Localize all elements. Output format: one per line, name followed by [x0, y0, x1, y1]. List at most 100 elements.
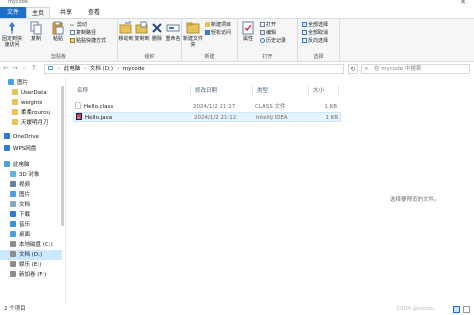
easy-access-button[interactable]: 轻松访问 — [205, 30, 231, 37]
pin-icon — [9, 22, 15, 34]
nav-item-label: 娱乐 (E:) — [19, 262, 42, 268]
file-row[interactable]: Hello.java 2024/1/2 21:12 IntelliJ IDEA … — [73, 112, 341, 122]
details-view-icon[interactable] — [453, 306, 460, 313]
rename-icon — [166, 24, 180, 32]
breadcrumb-separator: › — [116, 66, 120, 72]
nav-item[interactable]: OneDrive — [0, 132, 62, 142]
rename-button[interactable]: 重命名 — [164, 21, 182, 42]
paste-shortcut-button[interactable]: 粘贴快捷方式 — [70, 38, 106, 45]
cut-button[interactable]: ✂ 剪切 — [70, 22, 87, 29]
edit-button[interactable]: 编辑 — [260, 30, 276, 37]
nav-item[interactable]: 天媛明月刀 — [0, 118, 62, 128]
copy-button[interactable]: 复制 — [25, 21, 47, 42]
file-size: 1 KB — [324, 104, 337, 110]
breadcrumb-separator: › — [57, 66, 60, 72]
new-item-label: 新建项目 — [211, 22, 232, 28]
nav-item-label: 图片 — [17, 80, 29, 86]
open-button[interactable]: 打开 — [260, 22, 276, 29]
paste-button[interactable]: 粘贴 — [47, 21, 69, 42]
3d-objects-icon — [10, 171, 16, 177]
back-icon[interactable]: ← — [2, 64, 10, 73]
column-header-size[interactable]: 大小 — [309, 86, 339, 97]
tab-home[interactable]: 主页 — [26, 7, 50, 18]
refresh-button[interactable]: ↻ — [348, 64, 358, 74]
nav-item[interactable]: 音乐 — [0, 220, 62, 230]
pin-quick-access-button[interactable]: 固定到快速访问 — [1, 21, 23, 48]
nav-item-label: 下载 — [19, 212, 31, 218]
breadcrumb-drive-d[interactable]: 文档 (D:) — [90, 66, 113, 72]
refresh-icon: ↻ — [350, 66, 356, 73]
history-button[interactable]: 历史记录 — [260, 38, 286, 45]
file-name-cell: Hello.class — [75, 102, 113, 112]
move-to-button[interactable]: 移动到 — [118, 21, 134, 42]
properties-button[interactable]: 属性 — [240, 21, 256, 42]
up-icon[interactable]: ↑ — [30, 64, 38, 73]
cut-icon: ✂ — [70, 23, 75, 29]
nav-item[interactable]: 柔柔rourou — [0, 108, 62, 118]
pin-label: 固定到快速访问 — [1, 36, 22, 48]
new-folder-button[interactable]: 新建文件夹 — [182, 21, 204, 48]
copy-path-button[interactable]: 复制路径 — [70, 30, 96, 37]
address-row: ← → ⌄ ↑ › 此电脑 › 文档 (D:) › mycode ↻ ⌕ 在 m… — [0, 63, 474, 75]
nav-item[interactable]: 桌面 — [0, 230, 62, 240]
search-input[interactable]: ⌕ 在 mycode 中搜索 — [361, 64, 470, 74]
file-name: Hello.class — [84, 104, 114, 110]
file-row[interactable]: Hello.class 2024/1/2 21:17 CLASS 文件 1 KB — [73, 102, 341, 112]
delete-button[interactable]: 删除 — [150, 21, 164, 42]
select-none-button[interactable]: 全部取消 — [302, 30, 328, 37]
copy-to-button[interactable]: 复制到 — [134, 21, 150, 42]
tab-view[interactable]: 查看 — [82, 7, 106, 18]
forward-icon[interactable]: → — [11, 64, 19, 73]
close-icon[interactable]: ✕ — [458, 0, 468, 6]
file-date: 2024/1/2 21:12 — [194, 115, 237, 121]
nav-item[interactable]: 视频 — [0, 180, 62, 190]
select-all-button[interactable]: 全部选择 — [302, 22, 328, 29]
column-header-type[interactable]: 类型 — [253, 86, 309, 97]
nav-item[interactable]: 图片 — [0, 78, 62, 88]
nav-item[interactable]: 3D 对象 — [0, 170, 62, 180]
nav-item[interactable]: 文档 — [0, 200, 62, 210]
desktop-icon — [10, 231, 16, 237]
delete-icon — [152, 23, 162, 33]
nav-item[interactable]: 新加卷 (F:) — [0, 270, 62, 280]
nav-item[interactable]: WPS网盘 — [0, 144, 62, 154]
nav-item[interactable]: 娱乐 (E:) — [0, 260, 62, 270]
rename-label: 重命名 — [165, 36, 181, 42]
nav-scrollbar-thumb[interactable] — [61, 86, 64, 226]
invert-selection-button[interactable]: 反向选择 — [302, 38, 328, 45]
computer-icon — [48, 66, 53, 70]
recent-locations-icon[interactable]: ⌄ — [20, 64, 28, 73]
nav-item[interactable]: weights — [0, 98, 62, 108]
nav-item[interactable]: 此电脑 — [0, 160, 62, 170]
nav-item[interactable]: 本地磁盘 (C:) — [0, 240, 62, 250]
breadcrumb-this-pc[interactable]: 此电脑 — [64, 66, 81, 72]
nav-item-label: 音乐 — [19, 222, 31, 228]
nav-item-label: weights — [21, 100, 43, 106]
nav-item[interactable]: 图片 — [0, 190, 62, 200]
column-header-name[interactable]: 名称 — [73, 86, 191, 97]
nav-item[interactable]: 下载 — [0, 210, 62, 220]
nav-scrollbar[interactable] — [60, 76, 65, 304]
large-icons-view-icon[interactable] — [463, 306, 470, 313]
drive-icon — [10, 261, 16, 267]
nav-item-label: 视频 — [19, 182, 31, 188]
copy-icon — [30, 21, 42, 35]
new-item-button[interactable]: 新建项目 — [205, 22, 231, 29]
nav-item-label: 天媛明月刀 — [21, 120, 49, 126]
pictures-icon — [10, 191, 16, 197]
file-date: 2024/1/2 21:17 — [193, 104, 236, 110]
folder-icon — [12, 99, 18, 105]
watermark: CSDN @rourou — [396, 306, 434, 312]
breadcrumb-mycode[interactable]: mycode — [123, 66, 145, 72]
tab-file[interactable]: 文件 — [0, 7, 26, 18]
nav-item[interactable]: UserData — [0, 88, 62, 98]
select-none-icon — [302, 30, 307, 35]
cut-label: 剪切 — [77, 22, 88, 28]
column-header-date[interactable]: 修改日期 — [191, 86, 253, 97]
address-bar[interactable]: › 此电脑 › 文档 (D:) › mycode — [44, 64, 344, 74]
nav-item[interactable]: 文档 (D:) — [0, 250, 62, 260]
history-label: 历史记录 — [266, 38, 287, 44]
copy-path-label: 复制路径 — [76, 30, 97, 36]
tab-share[interactable]: 共享 — [54, 7, 78, 18]
paste-shortcut-label: 粘贴快捷方式 — [76, 38, 107, 44]
